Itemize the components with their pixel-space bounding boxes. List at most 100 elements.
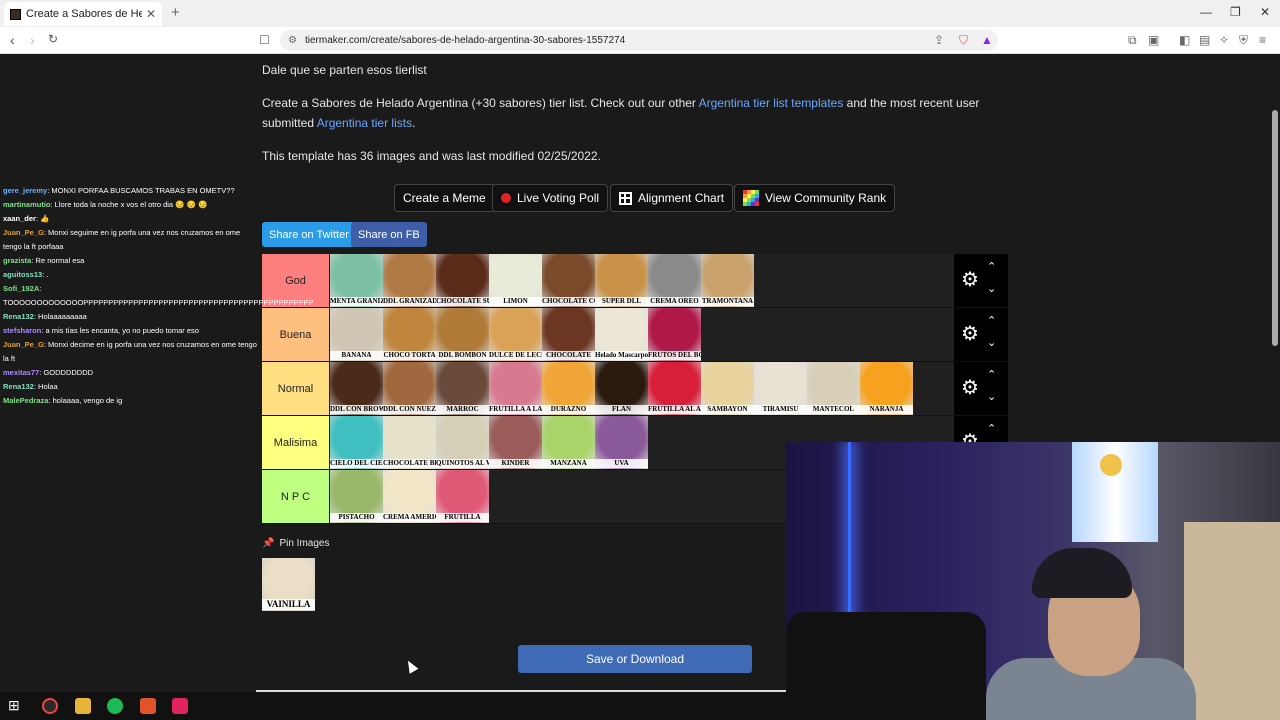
- tier-item-image[interactable]: CHOCOLATE SUIZO: [436, 254, 489, 307]
- reload-icon[interactable]: ↻: [48, 32, 58, 46]
- tier-item-image[interactable]: CHOCOLATE BLANCO: [383, 416, 436, 469]
- save-download-button[interactable]: Save or Download: [518, 645, 752, 673]
- item-caption: CHOCOLATE CON ALMENDRAS: [542, 297, 595, 306]
- chevron-up-icon[interactable]: ⌃: [987, 368, 996, 381]
- tier-item-image[interactable]: DULCE DE LECHE: [489, 308, 542, 361]
- chevron-up-icon[interactable]: ⌃: [987, 314, 996, 327]
- tier-label[interactable]: N P C: [262, 470, 329, 523]
- tier-item-image[interactable]: NARANJA: [860, 362, 913, 415]
- tier-item-image[interactable]: CHOCOLATE: [542, 308, 595, 361]
- templates-link[interactable]: Argentina tier list templates: [699, 96, 844, 110]
- tier-item-image[interactable]: FRUTILLA AL AGUA: [648, 362, 701, 415]
- item-caption: VAINILLA: [262, 599, 315, 610]
- vpn-icon[interactable]: ⛨: [1239, 33, 1248, 48]
- alignment-chart-button[interactable]: Alignment Chart: [610, 184, 734, 212]
- gear-icon[interactable]: ⚙: [961, 378, 979, 398]
- tier-item-image[interactable]: DDL CON BROWNIE: [330, 362, 383, 415]
- tier-item-image[interactable]: FRUTILLA: [436, 470, 489, 523]
- share-fb-button[interactable]: Share on FB: [351, 222, 427, 247]
- tier-label[interactable]: Malisima: [262, 416, 329, 469]
- live-voting-poll-button[interactable]: Live Voting Poll: [492, 184, 609, 212]
- tier-item-image[interactable]: KINDER: [489, 416, 542, 469]
- url-field[interactable]: ⚙ tiermaker.com/create/sabores-de-helado…: [280, 30, 998, 51]
- close-tab-icon[interactable]: ✕: [146, 7, 156, 21]
- chevron-down-icon[interactable]: ⌄: [987, 282, 996, 295]
- tier-item-image[interactable]: SAMBAYON: [701, 362, 754, 415]
- chevron-up-icon[interactable]: ⌃: [987, 422, 996, 435]
- spotify-icon[interactable]: [107, 698, 123, 714]
- extensions-icon[interactable]: ⧉: [1128, 33, 1137, 48]
- brave-shield-icon[interactable]: ⛉: [959, 33, 968, 48]
- chevron-down-icon[interactable]: ⌄: [987, 390, 996, 403]
- tier-item-image[interactable]: Helado Mascarpone: [595, 308, 648, 361]
- minimize-icon[interactable]: —: [1200, 5, 1212, 19]
- scrollbar-thumb[interactable]: [1272, 110, 1278, 346]
- tier-item-image[interactable]: CHOCOLATE CON ALMENDRAS: [542, 254, 595, 307]
- gear-icon[interactable]: ⚙: [961, 270, 979, 290]
- tier-item-image[interactable]: CIELO DEL CIELO: [330, 416, 383, 469]
- community-rank-button[interactable]: View Community Rank: [734, 184, 896, 212]
- browser-tab[interactable]: Create a Sabores de Helado Argentina ✕: [4, 2, 162, 26]
- tier-item-image[interactable]: CREMA OREO: [648, 254, 701, 307]
- tier-item-image[interactable]: CHOCO TORTA: [383, 308, 436, 361]
- wallet-icon[interactable]: ▤: [1199, 33, 1210, 47]
- site-info-icon[interactable]: ⚙: [288, 30, 297, 51]
- chat-message: stefsharon: a mis tías les encanta, yo n…: [0, 324, 260, 338]
- brave-browser-icon[interactable]: [140, 698, 156, 714]
- tier-item-image[interactable]: MARROC: [436, 362, 489, 415]
- menu-icon[interactable]: ≡: [1259, 33, 1266, 47]
- chat-username: Rena132: [3, 312, 34, 321]
- item-caption: MANTECOL: [807, 405, 860, 414]
- tier-item-image[interactable]: CREMA AMERICANA: [383, 470, 436, 523]
- tier-item-image[interactable]: TIRAMISU: [754, 362, 807, 415]
- tier-item-image[interactable]: BANANA: [330, 308, 383, 361]
- chat-text: : Re normal esa: [31, 256, 85, 265]
- pin-images-label[interactable]: 📌 Pin Images: [262, 538, 329, 549]
- tier-label[interactable]: Normal: [262, 362, 329, 415]
- chat-text: : Holaa: [33, 382, 58, 391]
- tier-lists-link[interactable]: Argentina tier lists: [317, 116, 412, 130]
- chevron-up-icon[interactable]: ⌃: [987, 260, 996, 273]
- tier-item-image[interactable]: UVA: [595, 416, 648, 469]
- file-explorer-icon[interactable]: [75, 698, 91, 714]
- tabs-icon[interactable]: ▣: [1148, 33, 1159, 47]
- tiktok-icon[interactable]: [172, 698, 188, 714]
- restore-icon[interactable]: ❐: [1230, 5, 1241, 19]
- forward-icon[interactable]: ›: [30, 32, 35, 48]
- stream-chat: gere_jeremy: MONXI PORFAA BUSCAMOS TRABA…: [0, 184, 313, 408]
- bookmark-icon[interactable]: ☐: [259, 33, 270, 47]
- obs-icon[interactable]: [42, 698, 58, 714]
- windows-start-icon[interactable]: ⊞: [8, 697, 24, 713]
- gear-icon[interactable]: ⚙: [961, 324, 979, 344]
- share-twitter-button[interactable]: Share on Twitter: [262, 222, 356, 247]
- tier-item-image[interactable]: MANZANA: [542, 416, 595, 469]
- create-meme-button[interactable]: Create a Meme: [394, 184, 495, 212]
- tier-item-image[interactable]: PISTACHO: [330, 470, 383, 523]
- tier-item-image[interactable]: FRUTOS DEL BOSQUE: [648, 308, 701, 361]
- brave-rewards-icon[interactable]: ▲: [981, 33, 993, 47]
- tier-item-image[interactable]: FRUTILLA A LA REINA: [489, 362, 542, 415]
- tier-item-image[interactable]: MENTA GRANIZADA: [330, 254, 383, 307]
- tier-item-image[interactable]: QUINOTOS AL WHISKY: [436, 416, 489, 469]
- pinned-image[interactable]: VAINILLA: [262, 558, 315, 611]
- tier-item-image[interactable]: DDL CON NUEZ: [383, 362, 436, 415]
- tier-item-image[interactable]: TRAMONTANA: [701, 254, 754, 307]
- tier-label[interactable]: Buena: [262, 308, 329, 361]
- leo-icon[interactable]: ✧: [1219, 33, 1229, 47]
- share-icon[interactable]: ⇪: [934, 33, 944, 47]
- chevron-down-icon[interactable]: ⌄: [987, 336, 996, 349]
- chat-text: : Llore toda la noche x vos el otro dia …: [50, 200, 208, 209]
- close-window-icon[interactable]: ✕: [1260, 5, 1270, 19]
- back-icon[interactable]: ‹: [10, 32, 15, 48]
- tier-item-image[interactable]: DDL BOMBON: [436, 308, 489, 361]
- new-tab-icon[interactable]: +: [171, 4, 180, 21]
- chat-username: grazista: [3, 256, 32, 265]
- intro-text: Create a Sabores de Helado Argentina (+3…: [262, 93, 1002, 133]
- tier-item-image[interactable]: SUPER DLL: [595, 254, 648, 307]
- sidebar-icon[interactable]: ◧: [1179, 33, 1190, 47]
- tier-item-image[interactable]: FLAN: [595, 362, 648, 415]
- tier-item-image[interactable]: LIMON: [489, 254, 542, 307]
- tier-item-image[interactable]: DURAZNO: [542, 362, 595, 415]
- tier-item-image[interactable]: MANTECOL: [807, 362, 860, 415]
- tier-item-image[interactable]: DDL GRANIZADO: [383, 254, 436, 307]
